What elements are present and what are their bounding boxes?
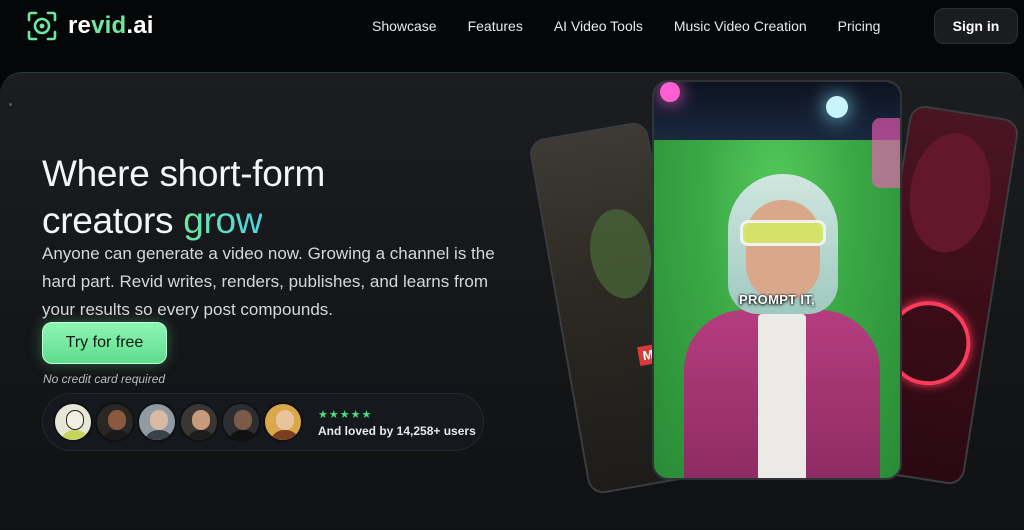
avatar xyxy=(221,402,261,442)
nav-links: Showcase Features AI Video Tools Music V… xyxy=(372,18,911,34)
nav-link-showcase[interactable]: Showcase xyxy=(372,18,437,34)
social-proof-bar: ★★★★★ And loved by 14,258+ users xyxy=(42,393,484,451)
no-credit-card-note: No credit card required xyxy=(43,372,166,386)
sunglasses-icon xyxy=(740,220,826,246)
studio-lights xyxy=(654,82,900,140)
rating-stars-icon: ★★★★★ xyxy=(318,409,373,421)
avatar xyxy=(137,402,177,442)
headline-line2-prefix: creators xyxy=(42,200,184,241)
avatar xyxy=(263,402,303,442)
avatar xyxy=(179,402,219,442)
nav-link-music-video-creation[interactable]: Music Video Creation xyxy=(674,18,807,34)
brand-name: revid.ai xyxy=(68,12,154,39)
sign-in-button[interactable]: Sign in xyxy=(934,8,1018,44)
video-preview-card-main: PROMPT IT, xyxy=(652,80,902,480)
hero-headline: Where short-form creators grow xyxy=(42,150,325,244)
top-nav: revid.ai Showcase Features AI Video Tool… xyxy=(0,0,1024,56)
video-caption: PROMPT IT, xyxy=(739,292,815,307)
person-face xyxy=(746,200,820,300)
avatar xyxy=(95,402,135,442)
hero-description: Anyone can generate a video now. Growing… xyxy=(42,244,495,319)
user-count-text: And loved by 14,258+ users xyxy=(318,424,476,438)
nav-link-pricing[interactable]: Pricing xyxy=(838,18,881,34)
user-avatars xyxy=(53,402,305,442)
headline-line1: Where short-form xyxy=(42,153,326,194)
headline-accent-word: grow xyxy=(183,200,263,241)
person-shirt xyxy=(758,314,806,478)
nav-link-ai-video-tools[interactable]: AI Video Tools xyxy=(554,18,643,34)
nav-link-features[interactable]: Features xyxy=(468,18,523,34)
try-for-free-button[interactable]: Try for free xyxy=(42,322,167,364)
logo[interactable]: revid.ai xyxy=(26,10,154,42)
avatar xyxy=(53,402,93,442)
revid-logo-icon xyxy=(26,10,58,42)
decorative-dot xyxy=(9,103,12,106)
